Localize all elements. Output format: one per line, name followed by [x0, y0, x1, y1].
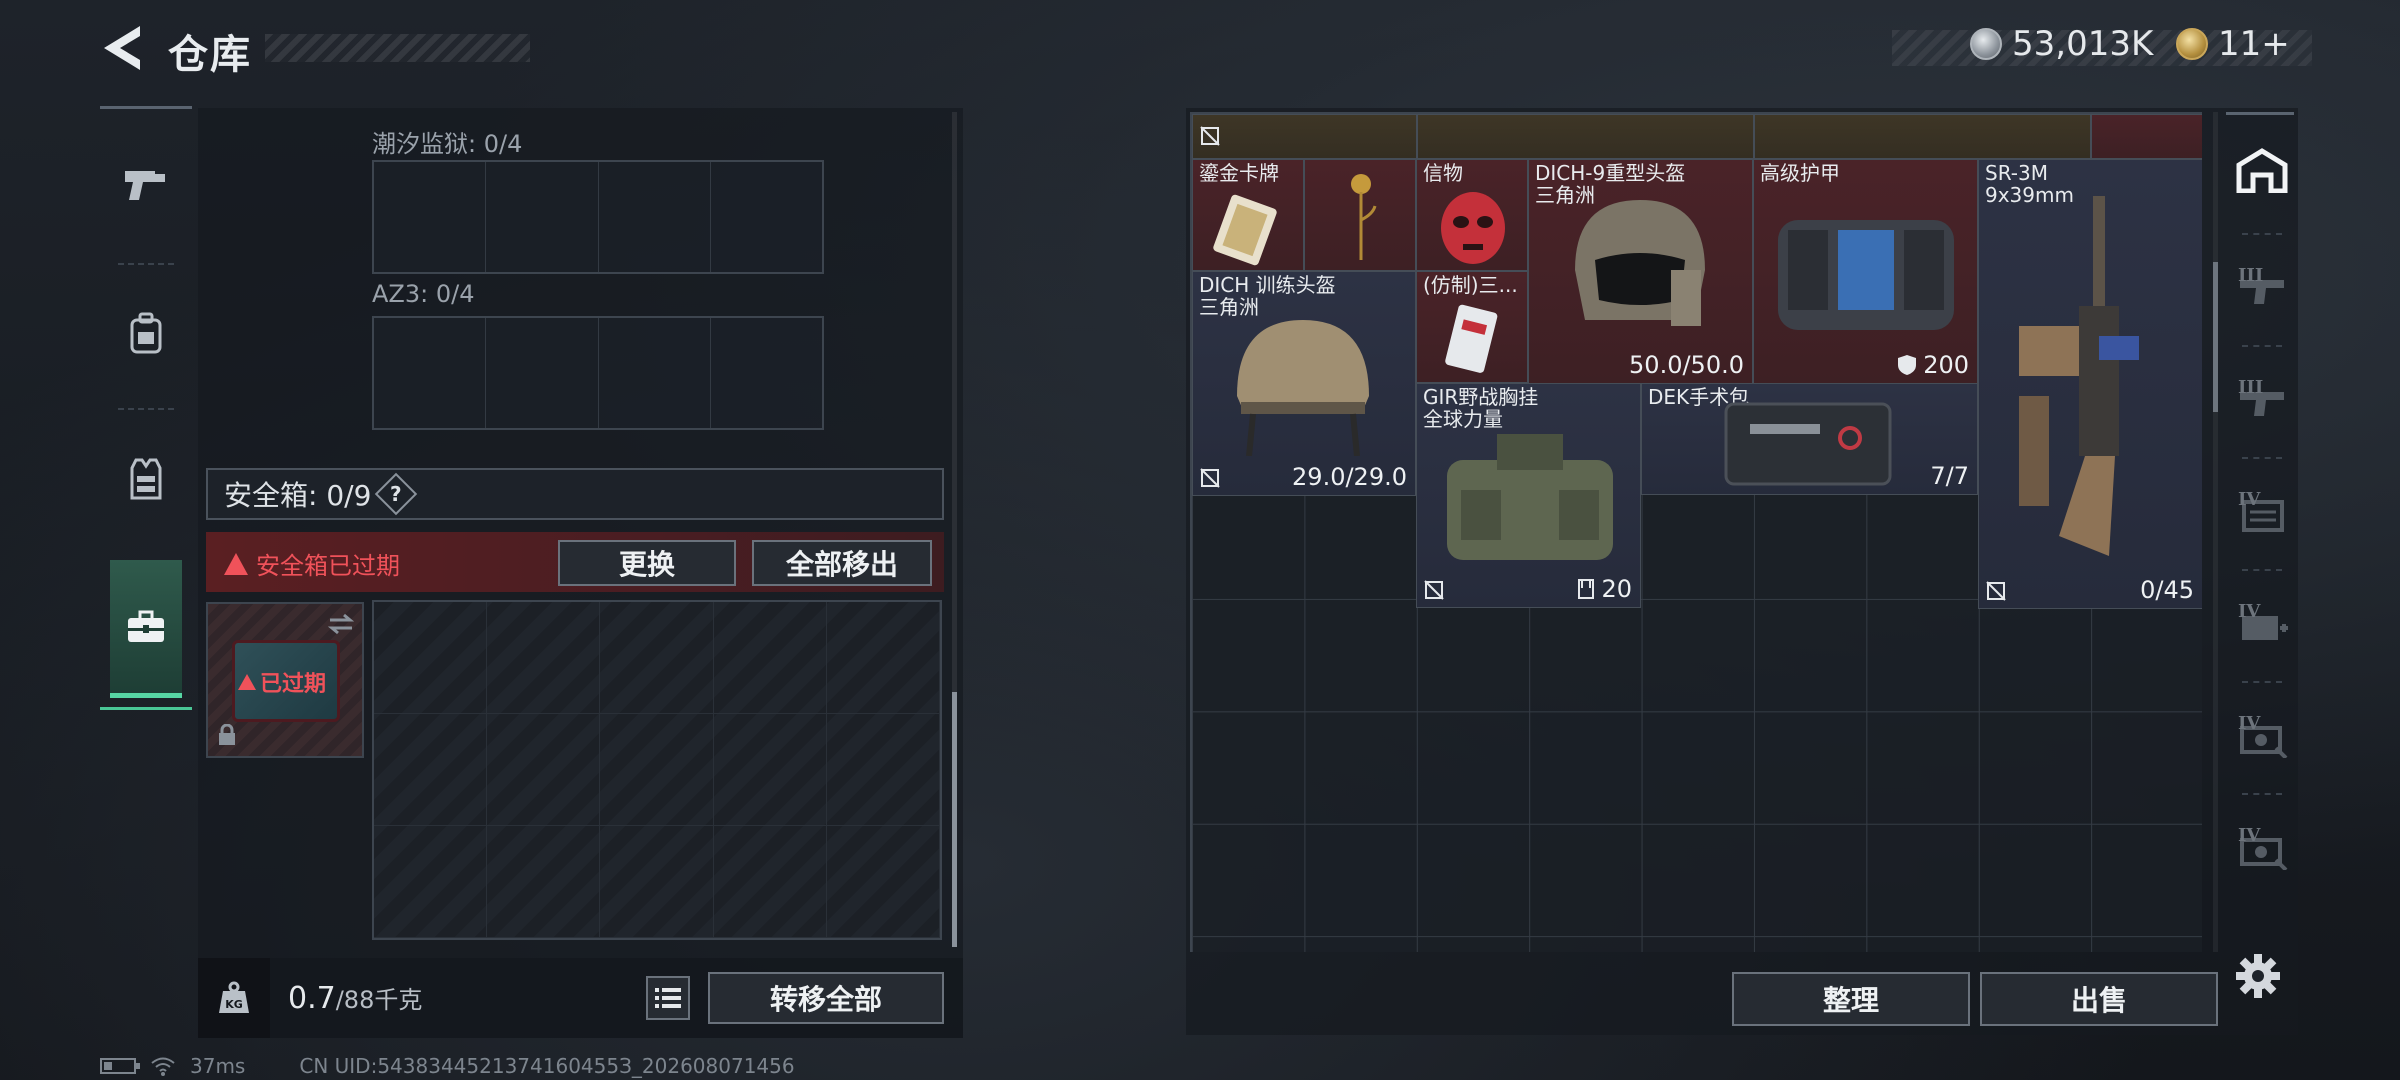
silver-coin-icon	[1970, 28, 2002, 60]
inventory-item-token[interactable]: 信物	[1416, 159, 1528, 271]
inventory-item-armor[interactable]: 高级护甲 200	[1753, 159, 1978, 384]
left-nav	[100, 108, 192, 710]
title-stripe	[265, 34, 530, 62]
right-nav-item-all[interactable]	[2226, 115, 2298, 225]
warning-icon	[238, 674, 256, 690]
lock-icon	[219, 724, 235, 745]
replace-button[interactable]: 更换	[558, 540, 736, 586]
capacity-icon	[1578, 579, 1595, 599]
container-a-label: 潮汐监狱: 0/4	[372, 130, 523, 158]
svg-text:KG: KG	[225, 998, 243, 1011]
currency-gold[interactable]: 11+	[2176, 24, 2290, 64]
case-status: 已过期	[260, 672, 327, 697]
currency-silver[interactable]: 53,013K	[1970, 24, 2153, 64]
battery-icon	[100, 1058, 140, 1074]
rifle-icon	[2019, 196, 2139, 556]
list-icon	[655, 988, 681, 1008]
ping-readout: 37ms	[190, 1054, 246, 1078]
wifi-icon	[151, 1057, 175, 1076]
vest-icon	[130, 458, 162, 500]
inventory-item-surgical-kit[interactable]: DEK手术包 7/7	[1641, 383, 1978, 495]
uid-text: CN UID:5438344521374160455З_202608071456	[299, 1054, 795, 1078]
right-nav-item-tier-4c[interactable]: IV	[2226, 683, 2298, 793]
silver-amount: 53,013K	[2012, 24, 2154, 64]
weight-capacity: /88千克	[335, 986, 423, 1014]
rose-icon	[1351, 174, 1377, 260]
nav-item-weapons[interactable]	[100, 132, 192, 242]
briefcase-icon	[128, 610, 164, 642]
right-nav-item-tier-4b[interactable]: IV	[2226, 571, 2298, 681]
transfer-all-button[interactable]: 转移全部	[708, 972, 944, 1024]
expired-message: 安全箱已过期	[256, 552, 400, 580]
nav-item-vest[interactable]	[100, 424, 192, 534]
card-icon	[1213, 194, 1277, 266]
right-scrollbar[interactable]	[2213, 112, 2218, 952]
chest-rig-icon	[1447, 434, 1613, 560]
safebox-grid[interactable]	[372, 600, 942, 940]
weight-icon: KG	[219, 981, 249, 1013]
medkit-icon	[1724, 402, 1892, 486]
status-bar: 37ms CN UID:5438344521374160455З_2026080…	[100, 1054, 795, 1078]
right-nav-item-tier-4a[interactable]: IV	[2226, 459, 2298, 569]
inventory-grid[interactable]: 鎏金卡牌 信物 DICH-9重型头盔 三角洲 50.0/50.0 高级护甲 20…	[1190, 112, 2202, 952]
inventory-item-training-helmet[interactable]: DICH 训练头盔 三角洲 29.0/29.0	[1192, 271, 1416, 496]
inventory-item-card[interactable]: 鎏金卡牌	[1192, 159, 1304, 271]
helmet-icon	[1237, 320, 1369, 456]
safebox-header: 安全箱: 0/9 ?	[206, 468, 944, 520]
backpack-icon	[130, 312, 162, 354]
inventory-item-heavy-helmet[interactable]: DICH-9重型头盔 三角洲 50.0/50.0	[1528, 159, 1753, 384]
weight-bar: KG 0.7/88千克 转移全部	[198, 958, 963, 1038]
help-icon[interactable]: ?	[375, 472, 418, 516]
no-insure-icon	[1424, 580, 1444, 600]
gold-amount: 11+	[2218, 24, 2290, 64]
settings-gear-icon[interactable]	[2234, 952, 2282, 1000]
pistol-icon	[125, 171, 165, 200]
nav-item-safebox[interactable]	[110, 560, 182, 698]
inventory-item-chest-rig[interactable]: GIR野战胸挂 全球力量 20	[1416, 383, 1641, 608]
remove-all-button[interactable]: 全部移出	[752, 540, 932, 586]
heavy-helmet-icon	[1575, 200, 1705, 326]
weight-value: 0.7	[288, 981, 336, 1016]
page-title: 仓库	[168, 32, 252, 78]
container-b-slots[interactable]	[372, 316, 824, 430]
right-nav-item-tier-3b[interactable]: III	[2226, 347, 2298, 457]
nav-item-backpack[interactable]	[100, 278, 192, 388]
weight-readout: 0.7/88千克	[288, 980, 422, 1016]
back-arrow-icon[interactable]	[100, 22, 146, 74]
no-insure-icon	[1986, 581, 2006, 601]
right-nav: III III IV IV IV IV	[2226, 115, 2298, 935]
swap-icon[interactable]	[326, 612, 356, 636]
no-insure-icon	[1200, 126, 1220, 146]
armor-vest-icon	[1778, 220, 1954, 330]
home-base-icon	[2236, 148, 2288, 193]
warning-icon	[224, 552, 248, 575]
expired-banner: 安全箱已过期 更换 全部移出	[206, 532, 944, 592]
inventory-item-rifle[interactable]: SR-3M 9x39mm 0/45	[1978, 159, 2202, 609]
weight-icon-box: KG	[198, 958, 270, 1038]
left-scrollbar[interactable]	[952, 112, 957, 947]
inventory-item-partial[interactable]	[1754, 114, 2091, 159]
no-insure-icon	[1200, 468, 1220, 488]
right-nav-item-tier-4d[interactable]: IV	[2226, 795, 2298, 905]
inventory-item-partial[interactable]	[2091, 114, 2202, 159]
inventory-item-replica[interactable]: (仿制)三...	[1416, 271, 1528, 383]
sell-button[interactable]: 出售	[1980, 972, 2218, 1026]
inventory-item-partial[interactable]	[1417, 114, 1754, 159]
sort-button[interactable]: 整理	[1732, 972, 1970, 1026]
shield-icon	[1898, 355, 1917, 375]
inventory-item-rose[interactable]	[1304, 159, 1416, 271]
list-view-button[interactable]	[646, 976, 690, 1020]
inventory-item-partial[interactable]	[1192, 114, 1417, 159]
safebox-label: 安全箱: 0/9	[224, 479, 372, 512]
safebox-item[interactable]: 已过期	[206, 602, 364, 758]
right-nav-item-tier-3a[interactable]: III	[2226, 235, 2298, 345]
card-icon	[1445, 304, 1498, 373]
container-a-slots[interactable]	[372, 160, 824, 274]
gold-coin-icon	[2176, 28, 2208, 60]
mask-icon	[1441, 192, 1505, 264]
container-b-label: AZ3: 0/4	[372, 280, 475, 308]
